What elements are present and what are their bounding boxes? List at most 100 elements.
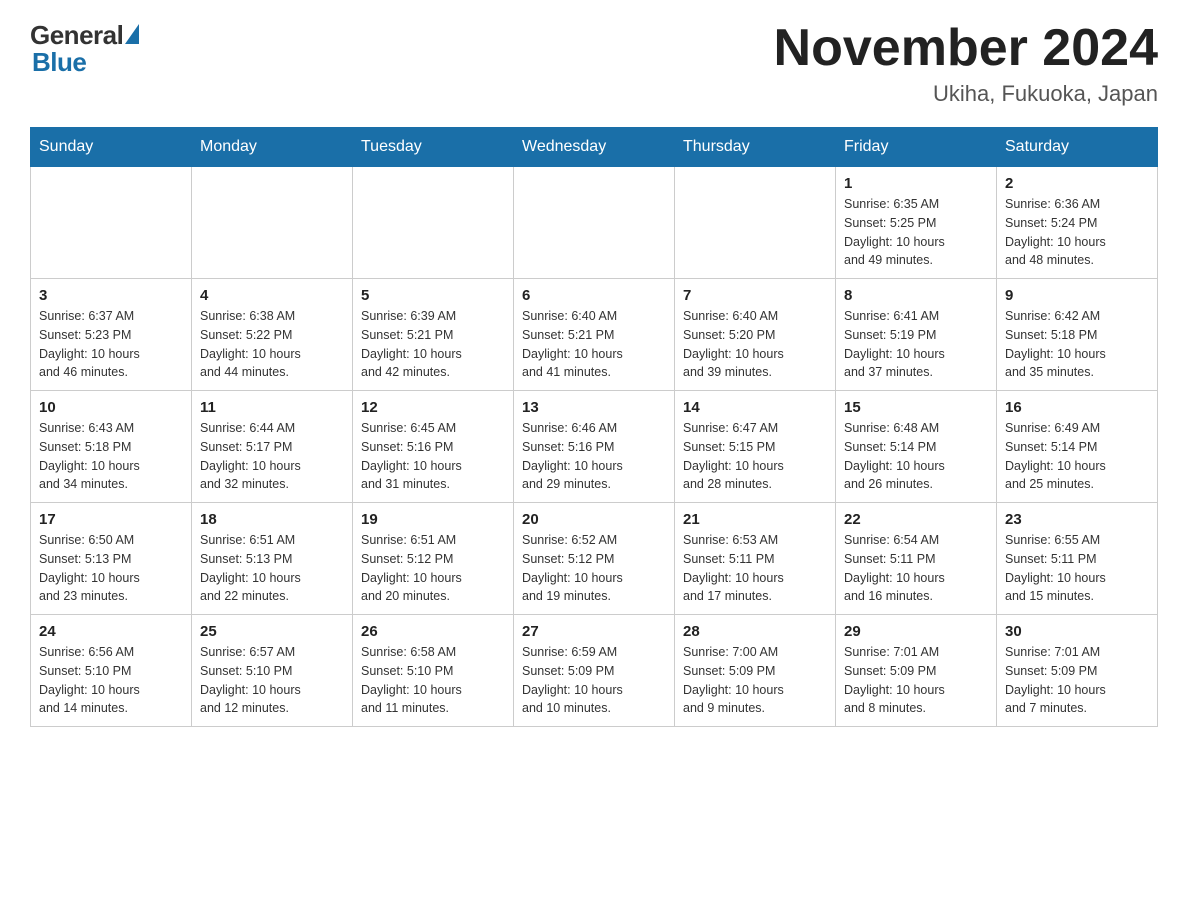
day-number: 11 [200,399,344,416]
day-info: Sunrise: 7:00 AMSunset: 5:09 PMDaylight:… [683,643,827,718]
day-number: 4 [200,287,344,304]
calendar-cell: 9 Sunrise: 6:42 AMSunset: 5:18 PMDaylight… [997,279,1158,391]
day-info: Sunrise: 6:42 AMSunset: 5:18 PMDaylight:… [1005,307,1149,382]
day-info: Sunrise: 6:37 AMSunset: 5:23 PMDaylight:… [39,307,183,382]
day-info: Sunrise: 6:46 AMSunset: 5:16 PMDaylight:… [522,419,666,494]
day-number: 12 [361,399,505,416]
weekday-header-monday: Monday [192,128,353,167]
day-number: 2 [1005,175,1149,192]
week-row-2: 3 Sunrise: 6:37 AMSunset: 5:23 PMDaylight… [31,279,1158,391]
calendar-cell: 11 Sunrise: 6:44 AMSunset: 5:17 PMDayligh… [192,391,353,503]
day-number: 10 [39,399,183,416]
weekday-header-saturday: Saturday [997,128,1158,167]
calendar-cell: 4 Sunrise: 6:38 AMSunset: 5:22 PMDaylight… [192,279,353,391]
day-number: 14 [683,399,827,416]
calendar-cell: 2 Sunrise: 6:36 AMSunset: 5:24 PMDaylight… [997,167,1158,279]
day-number: 17 [39,511,183,528]
calendar-cell: 29 Sunrise: 7:01 AMSunset: 5:09 PMDayligh… [836,615,997,727]
day-number: 27 [522,623,666,640]
calendar-table: SundayMondayTuesdayWednesdayThursdayFrid… [30,127,1158,727]
day-info: Sunrise: 6:36 AMSunset: 5:24 PMDaylight:… [1005,195,1149,270]
day-info: Sunrise: 6:51 AMSunset: 5:12 PMDaylight:… [361,531,505,606]
calendar-cell: 18Sunrise: 6:51 AMSunset: 5:13 PMDayligh… [192,503,353,615]
day-info: Sunrise: 6:43 AMSunset: 5:18 PMDaylight:… [39,419,183,494]
weekday-header-tuesday: Tuesday [353,128,514,167]
day-info: Sunrise: 6:55 AMSunset: 5:11 PMDaylight:… [1005,531,1149,606]
day-info: Sunrise: 6:40 AMSunset: 5:21 PMDaylight:… [522,307,666,382]
day-info: Sunrise: 6:48 AMSunset: 5:14 PMDaylight:… [844,419,988,494]
day-number: 24 [39,623,183,640]
week-row-3: 10 Sunrise: 6:43 AMSunset: 5:18 PMDayligh… [31,391,1158,503]
weekday-header-thursday: Thursday [675,128,836,167]
weekday-header-row: SundayMondayTuesdayWednesdayThursdayFrid… [31,128,1158,167]
calendar-cell: 13Sunrise: 6:46 AMSunset: 5:16 PMDayligh… [514,391,675,503]
calendar-cell [675,167,836,279]
calendar-cell: 24 Sunrise: 6:56 AMSunset: 5:10 PMDayligh… [31,615,192,727]
title-section: November 2024 Ukiha, Fukuoka, Japan [774,20,1158,107]
day-number: 21 [683,511,827,528]
day-info: Sunrise: 6:44 AMSunset: 5:17 PMDaylight:… [200,419,344,494]
day-number: 6 [522,287,666,304]
calendar-cell: 27 Sunrise: 6:59 AMSunset: 5:09 PMDayligh… [514,615,675,727]
day-number: 22 [844,511,988,528]
calendar-cell [192,167,353,279]
day-info: Sunrise: 6:57 AMSunset: 5:10 PMDaylight:… [200,643,344,718]
calendar-cell: 22 Sunrise: 6:54 AMSunset: 5:11 PMDayligh… [836,503,997,615]
week-row-5: 24 Sunrise: 6:56 AMSunset: 5:10 PMDayligh… [31,615,1158,727]
calendar-cell: 12 Sunrise: 6:45 AMSunset: 5:16 PMDayligh… [353,391,514,503]
day-number: 9 [1005,287,1149,304]
day-info: Sunrise: 6:45 AMSunset: 5:16 PMDaylight:… [361,419,505,494]
calendar-cell: 20 Sunrise: 6:52 AMSunset: 5:12 PMDayligh… [514,503,675,615]
week-row-1: 1 Sunrise: 6:35 AMSunset: 5:25 PMDaylight… [31,167,1158,279]
day-info: Sunrise: 6:39 AMSunset: 5:21 PMDaylight:… [361,307,505,382]
day-info: Sunrise: 7:01 AMSunset: 5:09 PMDaylight:… [844,643,988,718]
day-number: 18 [200,511,344,528]
page-header: General Blue November 2024 Ukiha, Fukuok… [30,20,1158,107]
week-row-4: 17 Sunrise: 6:50 AMSunset: 5:13 PMDayligh… [31,503,1158,615]
calendar-cell: 21 Sunrise: 6:53 AMSunset: 5:11 PMDayligh… [675,503,836,615]
location-text: Ukiha, Fukuoka, Japan [774,81,1158,107]
calendar-cell: 7 Sunrise: 6:40 AMSunset: 5:20 PMDaylight… [675,279,836,391]
day-info: Sunrise: 7:01 AMSunset: 5:09 PMDaylight:… [1005,643,1149,718]
calendar-cell: 3 Sunrise: 6:37 AMSunset: 5:23 PMDaylight… [31,279,192,391]
calendar-cell [31,167,192,279]
day-info: Sunrise: 6:54 AMSunset: 5:11 PMDaylight:… [844,531,988,606]
calendar-cell: 1 Sunrise: 6:35 AMSunset: 5:25 PMDaylight… [836,167,997,279]
day-info: Sunrise: 6:47 AMSunset: 5:15 PMDaylight:… [683,419,827,494]
calendar-cell: 6 Sunrise: 6:40 AMSunset: 5:21 PMDaylight… [514,279,675,391]
calendar-cell: 25 Sunrise: 6:57 AMSunset: 5:10 PMDayligh… [192,615,353,727]
day-info: Sunrise: 6:50 AMSunset: 5:13 PMDaylight:… [39,531,183,606]
day-info: Sunrise: 6:56 AMSunset: 5:10 PMDaylight:… [39,643,183,718]
day-number: 16 [1005,399,1149,416]
calendar-cell: 10 Sunrise: 6:43 AMSunset: 5:18 PMDayligh… [31,391,192,503]
calendar-cell: 8Sunrise: 6:41 AMSunset: 5:19 PMDaylight… [836,279,997,391]
calendar-cell: 14 Sunrise: 6:47 AMSunset: 5:15 PMDayligh… [675,391,836,503]
day-number: 7 [683,287,827,304]
day-info: Sunrise: 6:53 AMSunset: 5:11 PMDaylight:… [683,531,827,606]
calendar-cell: 19Sunrise: 6:51 AMSunset: 5:12 PMDayligh… [353,503,514,615]
day-number: 20 [522,511,666,528]
day-info: Sunrise: 6:35 AMSunset: 5:25 PMDaylight:… [844,195,988,270]
day-number: 1 [844,175,988,192]
day-info: Sunrise: 6:59 AMSunset: 5:09 PMDaylight:… [522,643,666,718]
day-number: 25 [200,623,344,640]
calendar-cell [353,167,514,279]
day-number: 26 [361,623,505,640]
day-info: Sunrise: 6:40 AMSunset: 5:20 PMDaylight:… [683,307,827,382]
calendar-cell [514,167,675,279]
calendar-cell: 26Sunrise: 6:58 AMSunset: 5:10 PMDayligh… [353,615,514,727]
weekday-header-sunday: Sunday [31,128,192,167]
day-number: 30 [1005,623,1149,640]
day-number: 8 [844,287,988,304]
calendar-cell: 17 Sunrise: 6:50 AMSunset: 5:13 PMDayligh… [31,503,192,615]
day-number: 3 [39,287,183,304]
calendar-cell: 23 Sunrise: 6:55 AMSunset: 5:11 PMDayligh… [997,503,1158,615]
logo-triangle-icon [125,24,139,44]
day-number: 5 [361,287,505,304]
weekday-header-wednesday: Wednesday [514,128,675,167]
day-info: Sunrise: 6:52 AMSunset: 5:12 PMDaylight:… [522,531,666,606]
day-info: Sunrise: 6:38 AMSunset: 5:22 PMDaylight:… [200,307,344,382]
day-number: 23 [1005,511,1149,528]
day-number: 29 [844,623,988,640]
logo-blue-text: Blue [30,47,86,78]
